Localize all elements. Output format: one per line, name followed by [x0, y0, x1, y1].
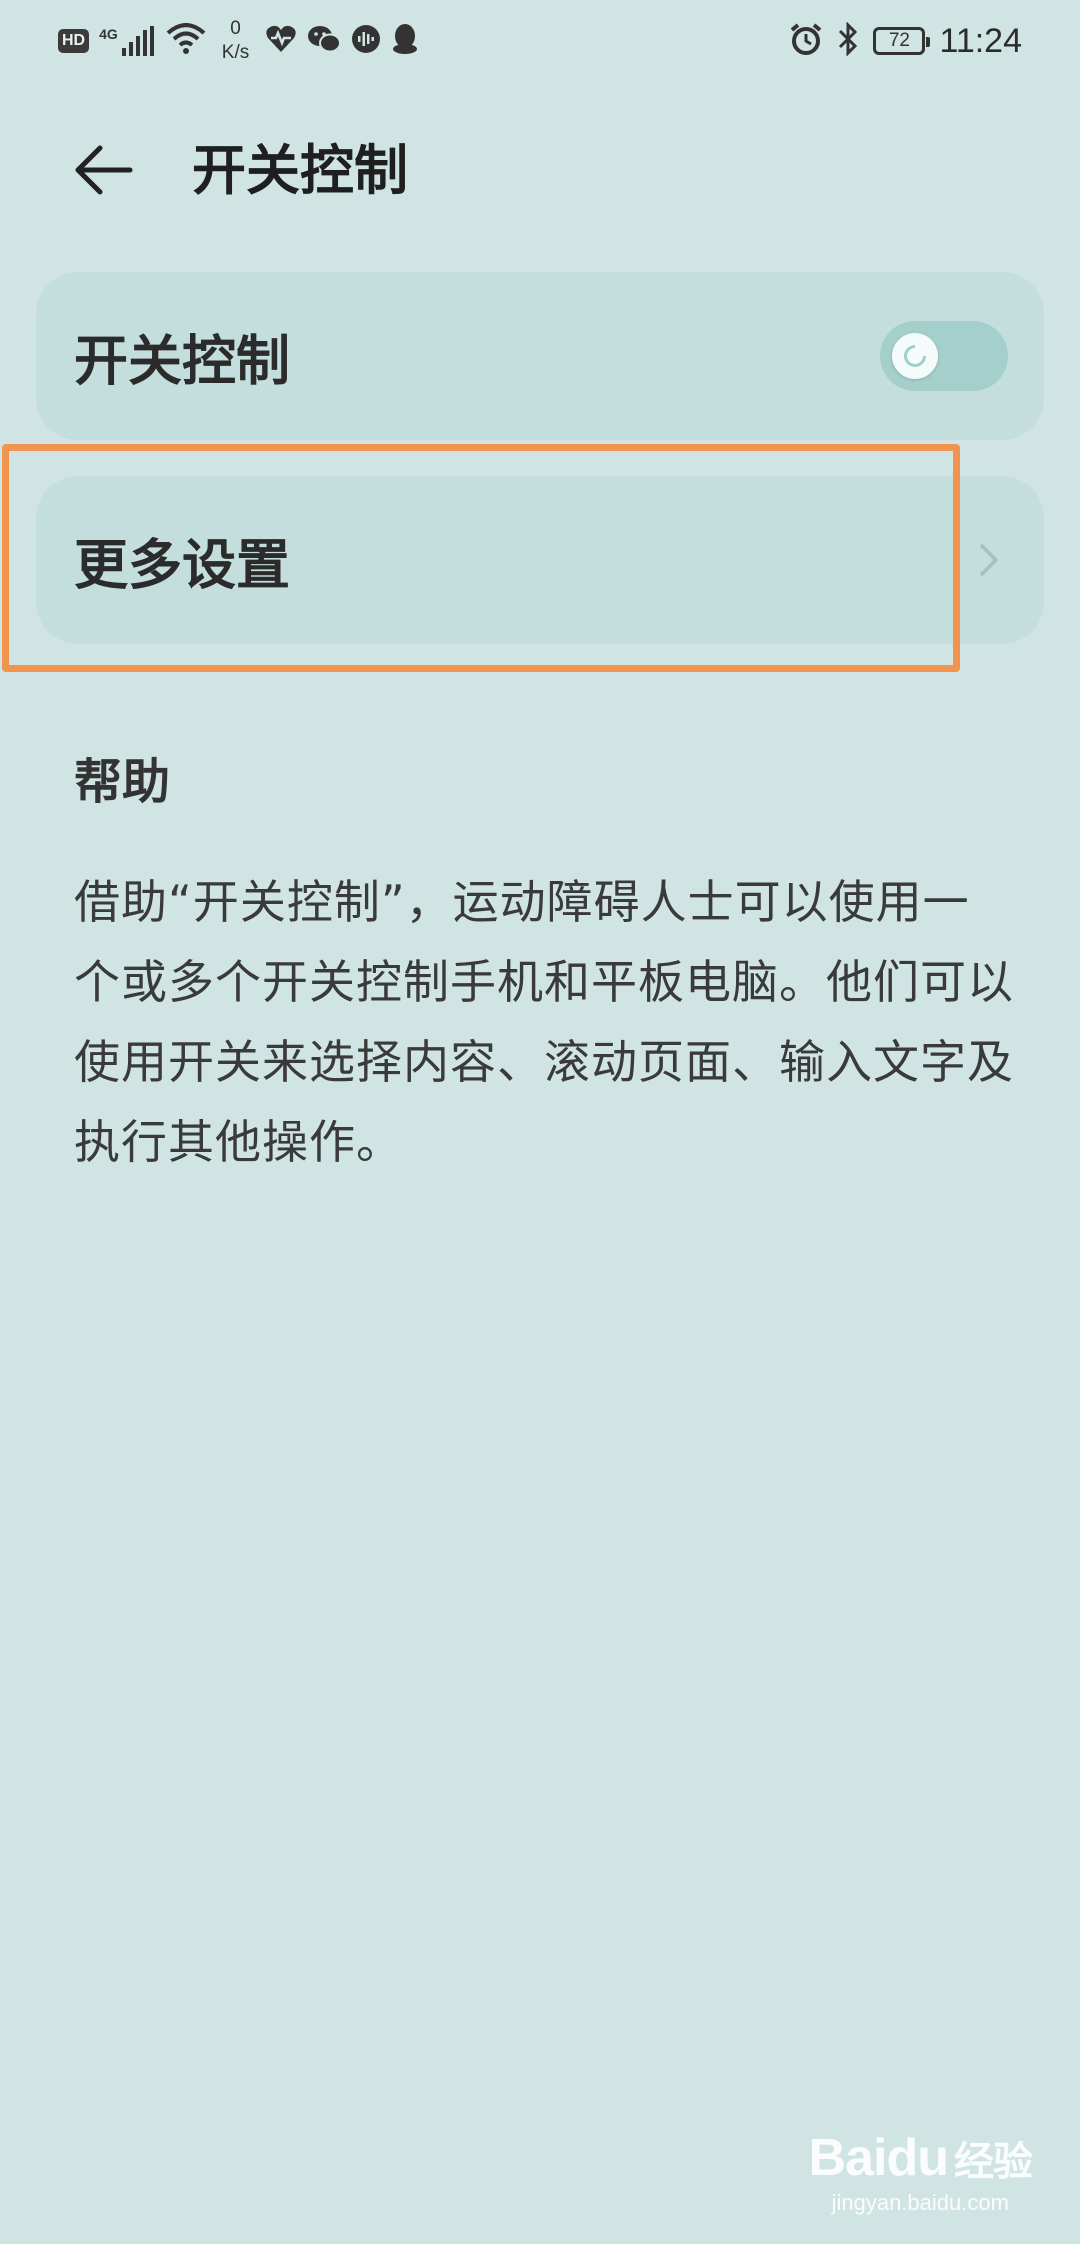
wifi-icon: [166, 23, 206, 59]
app-header: 开关控制: [0, 120, 1080, 220]
voice-icon: [351, 24, 381, 58]
back-arrow-icon: [75, 145, 133, 195]
watermark-site: jingyan.baidu.com: [831, 2190, 1009, 2215]
watermark-brand: Baidu: [808, 2129, 949, 2187]
hd-badge: HD: [58, 29, 90, 53]
switch-control-toggle[interactable]: [880, 321, 1008, 391]
more-settings-card[interactable]: 更多设置: [36, 476, 1044, 644]
network-speed: 0 K/s: [222, 17, 249, 65]
alarm-icon: [789, 22, 823, 60]
network-type-label: 4G: [99, 26, 118, 42]
status-bar: HD 4G 0 K/s 72 11:24: [0, 0, 1080, 82]
battery-icon: 72: [873, 27, 931, 55]
network-speed-value: 0: [230, 18, 241, 39]
toggle-knob: [892, 333, 938, 379]
watermark-brand-suffix: 经验: [954, 2139, 1033, 2185]
switch-control-card[interactable]: 开关控制: [36, 272, 1044, 440]
network-speed-unit: K/s: [221, 42, 250, 63]
signal-icon: 4G: [99, 26, 156, 56]
status-bar-right: 72 11:24: [789, 18, 1022, 64]
status-time: 11:24: [939, 21, 1022, 60]
more-settings-label: 更多设置: [74, 533, 290, 597]
back-button[interactable]: [60, 138, 144, 202]
health-icon: [265, 24, 297, 58]
wechat-icon: [307, 24, 342, 58]
status-bar-left: HD 4G 0 K/s: [58, 18, 419, 64]
watermark-logo: Baidu 经验: [808, 2128, 1033, 2188]
bluetooth-icon: [837, 21, 859, 60]
chevron-right-icon: [980, 544, 998, 576]
qq-icon: [391, 23, 419, 59]
baidu-jingyan-watermark: Baidu 经验 jingyan.baidu.com: [808, 2128, 1033, 2216]
help-title: 帮助: [74, 754, 171, 810]
page-title: 开关控制: [192, 139, 408, 202]
switch-control-label: 开关控制: [74, 329, 290, 393]
help-description: 借助“开关控制”，运动障碍人士可以使用一个或多个开关控制手机和平板电脑。他们可以…: [74, 875, 1014, 1169]
